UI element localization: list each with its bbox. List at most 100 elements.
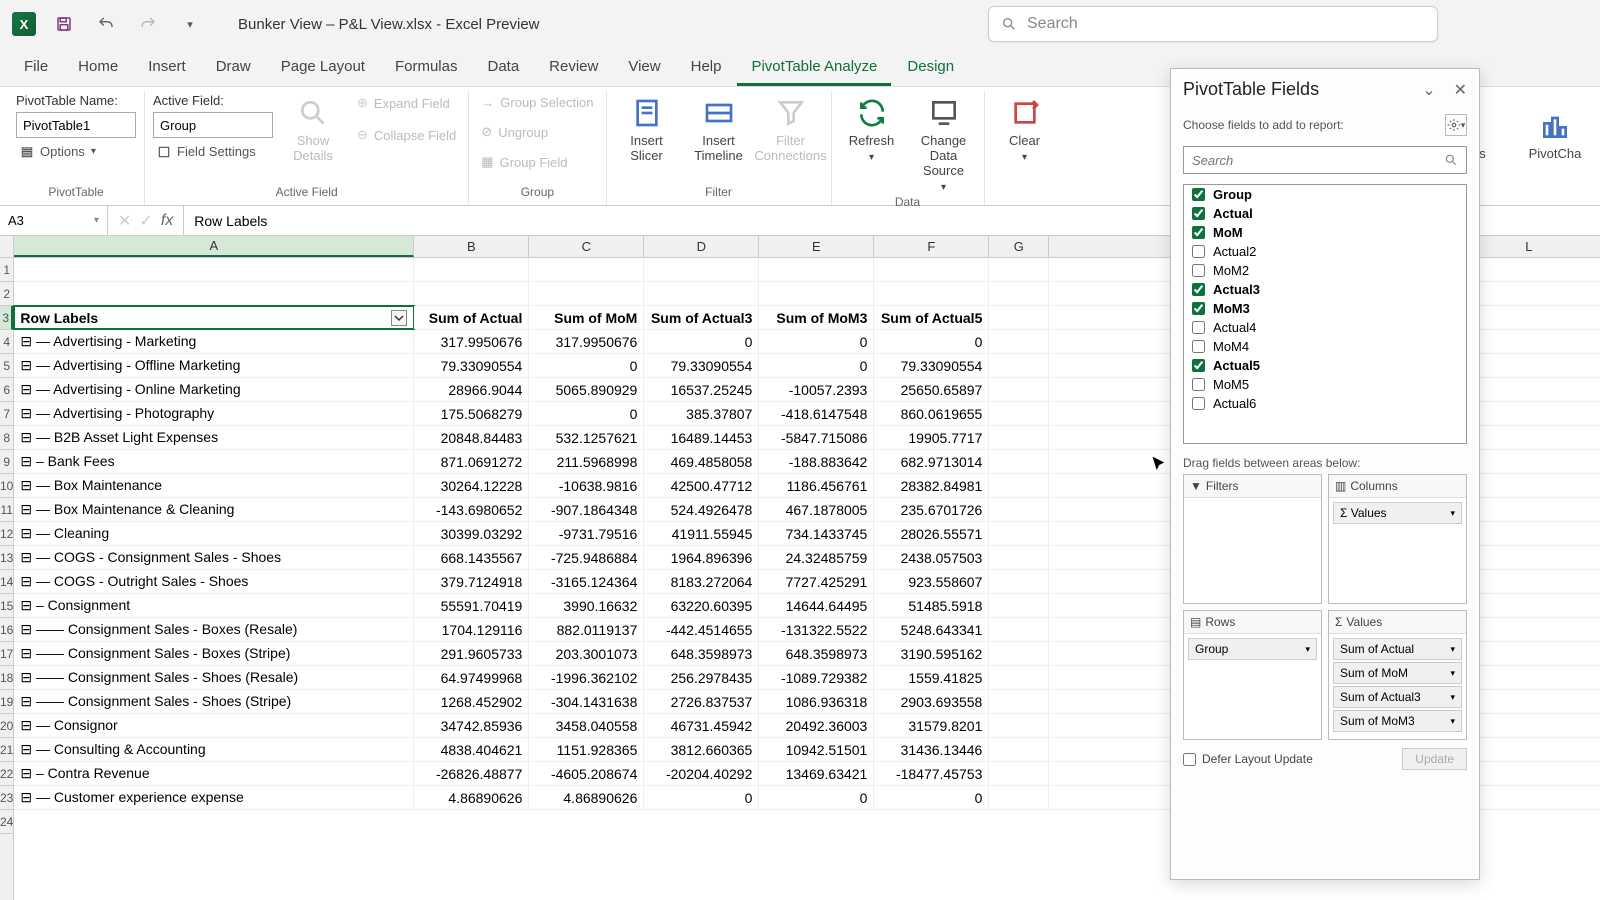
header-d[interactable]: Sum of Actual3 bbox=[644, 306, 759, 329]
area-item[interactable]: Σ Values▾ bbox=[1333, 502, 1462, 524]
field-checkbox[interactable] bbox=[1192, 359, 1205, 372]
field-mom3[interactable]: MoM3 bbox=[1184, 299, 1466, 318]
field-checkbox[interactable] bbox=[1192, 283, 1205, 296]
qat-dropdown-icon[interactable]: ▾ bbox=[176, 10, 204, 38]
row-label[interactable]: ⊟ — Advertising - Photography bbox=[14, 402, 414, 425]
field-checkbox[interactable] bbox=[1192, 321, 1205, 334]
field-actual3[interactable]: Actual3 bbox=[1184, 280, 1466, 299]
header-e[interactable]: Sum of MoM3 bbox=[759, 306, 874, 329]
insert-timeline-button[interactable]: Insert Timeline bbox=[687, 93, 751, 163]
row-label[interactable]: ⊟ — COGS - Consignment Sales - Shoes bbox=[14, 546, 414, 569]
row-label[interactable]: ⊟ — Advertising - Marketing bbox=[14, 330, 414, 353]
field-mom4[interactable]: MoM4 bbox=[1184, 337, 1466, 356]
row-header-17[interactable]: 17 bbox=[0, 642, 13, 666]
pane-settings-icon[interactable]: ▾ bbox=[1445, 114, 1467, 136]
col-A[interactable]: A bbox=[14, 236, 414, 257]
field-checkbox[interactable] bbox=[1192, 302, 1205, 315]
field-actual[interactable]: Actual bbox=[1184, 204, 1466, 223]
row-header-13[interactable]: 13 bbox=[0, 546, 13, 570]
row-header-8[interactable]: 8 bbox=[0, 426, 13, 450]
field-actual2[interactable]: Actual2 bbox=[1184, 242, 1466, 261]
header-b[interactable]: Sum of Actual bbox=[414, 306, 529, 329]
row-header-4[interactable]: 4 bbox=[0, 330, 13, 354]
field-group[interactable]: Group bbox=[1184, 185, 1466, 204]
field-checkbox[interactable] bbox=[1192, 207, 1205, 220]
row-label[interactable]: ⊟ — Customer experience expense bbox=[14, 786, 414, 809]
row-label[interactable]: ⊟ — B2B Asset Light Expenses bbox=[14, 426, 414, 449]
active-field-input[interactable] bbox=[153, 112, 273, 138]
row-label[interactable]: ⊟ — Consignor bbox=[14, 714, 414, 737]
row-label[interactable]: ⊟ – Consignment bbox=[14, 594, 414, 617]
filters-area[interactable]: ▼Filters bbox=[1183, 474, 1322, 604]
tab-pivottable-analyze[interactable]: PivotTable Analyze bbox=[737, 50, 891, 86]
pivotchart-button[interactable]: PivotCha bbox=[1520, 106, 1590, 161]
row-header-19[interactable]: 19 bbox=[0, 690, 13, 714]
area-item[interactable]: Sum of Actual▾ bbox=[1333, 638, 1462, 660]
row-header-15[interactable]: 15 bbox=[0, 594, 13, 618]
insert-slicer-button[interactable]: Insert Slicer bbox=[615, 93, 679, 163]
row-header-21[interactable]: 21 bbox=[0, 738, 13, 762]
columns-area[interactable]: ▥Columns Σ Values▾ bbox=[1328, 474, 1467, 604]
tab-design[interactable]: Design bbox=[893, 50, 968, 86]
undo-icon[interactable] bbox=[92, 10, 120, 38]
name-box[interactable]: A3▾ bbox=[0, 206, 108, 235]
field-list[interactable]: GroupActualMoMActual2MoM2Actual3MoM3Actu… bbox=[1183, 184, 1467, 444]
field-checkbox[interactable] bbox=[1192, 245, 1205, 258]
col-G[interactable]: G bbox=[989, 236, 1049, 257]
collapse-pane-icon[interactable]: ⌄ bbox=[1422, 80, 1435, 100]
cancel-icon[interactable]: ✕ bbox=[118, 211, 131, 231]
field-actual6[interactable]: Actual6 bbox=[1184, 394, 1466, 413]
row-header-2[interactable]: 2 bbox=[0, 282, 13, 306]
row-header-3[interactable]: 3 bbox=[0, 306, 13, 330]
row-label[interactable]: ⊟ —— Consignment Sales - Shoes (Resale) bbox=[14, 666, 414, 689]
field-checkbox[interactable] bbox=[1192, 378, 1205, 391]
row-label[interactable]: ⊟ — Box Maintenance bbox=[14, 474, 414, 497]
row-header-9[interactable]: 9 bbox=[0, 450, 13, 474]
change-data-source-button[interactable]: Change Data Source▾ bbox=[912, 93, 976, 193]
values-area[interactable]: ΣValues Sum of Actual▾Sum of MoM▾Sum of … bbox=[1328, 610, 1467, 740]
clear-button[interactable]: Clear▾ bbox=[993, 93, 1057, 163]
row-header-1[interactable]: 1 bbox=[0, 258, 13, 282]
row-label[interactable]: ⊟ — Cleaning bbox=[14, 522, 414, 545]
row-header-7[interactable]: 7 bbox=[0, 402, 13, 426]
options-button[interactable]: Options ▾ bbox=[16, 142, 136, 161]
field-checkbox[interactable] bbox=[1192, 397, 1205, 410]
row-label[interactable]: ⊟ — COGS - Outright Sales - Shoes bbox=[14, 570, 414, 593]
tab-view[interactable]: View bbox=[614, 50, 674, 86]
tab-pagelayout[interactable]: Page Layout bbox=[267, 50, 379, 86]
field-mom[interactable]: MoM bbox=[1184, 223, 1466, 242]
header-f[interactable]: Sum of Actual5 bbox=[874, 306, 989, 329]
field-checkbox[interactable] bbox=[1192, 226, 1205, 239]
row-header-23[interactable]: 23 bbox=[0, 786, 13, 810]
col-B[interactable]: B bbox=[414, 236, 529, 257]
row-label[interactable]: ⊟ — Advertising - Offline Marketing bbox=[14, 354, 414, 377]
row-header-18[interactable]: 18 bbox=[0, 666, 13, 690]
col-F[interactable]: F bbox=[874, 236, 989, 257]
save-icon[interactable] bbox=[50, 10, 78, 38]
row-label[interactable]: ⊟ —— Consignment Sales - Boxes (Stripe) bbox=[14, 642, 414, 665]
pt-name-input[interactable] bbox=[16, 112, 136, 138]
fx-icon[interactable]: fx bbox=[161, 212, 173, 230]
row-label[interactable]: ⊟ — Box Maintenance & Cleaning bbox=[14, 498, 414, 521]
row-header-12[interactable]: 12 bbox=[0, 522, 13, 546]
refresh-button[interactable]: Refresh▾ bbox=[840, 93, 904, 163]
search-box[interactable]: Search bbox=[988, 6, 1438, 42]
field-checkbox[interactable] bbox=[1192, 340, 1205, 353]
row-header-5[interactable]: 5 bbox=[0, 354, 13, 378]
field-actual5[interactable]: Actual5 bbox=[1184, 356, 1466, 375]
row-header-22[interactable]: 22 bbox=[0, 762, 13, 786]
col-D[interactable]: D bbox=[644, 236, 759, 257]
field-settings-button[interactable]: Field Settings bbox=[153, 142, 273, 161]
cell-rowlabels[interactable]: Row Labels bbox=[14, 306, 414, 329]
area-item[interactable]: Sum of MoM3▾ bbox=[1333, 710, 1462, 732]
field-search-input[interactable] bbox=[1192, 153, 1438, 168]
tab-data[interactable]: Data bbox=[473, 50, 533, 86]
row-header-10[interactable]: 10 bbox=[0, 474, 13, 498]
rows-area[interactable]: ▤Rows Group▾ bbox=[1183, 610, 1322, 740]
row-header-6[interactable]: 6 bbox=[0, 378, 13, 402]
redo-icon[interactable] bbox=[134, 10, 162, 38]
tab-home[interactable]: Home bbox=[64, 50, 132, 86]
row-header-11[interactable]: 11 bbox=[0, 498, 13, 522]
area-item[interactable]: Group▾ bbox=[1188, 638, 1317, 660]
row-label[interactable]: ⊟ — Advertising - Online Marketing bbox=[14, 378, 414, 401]
